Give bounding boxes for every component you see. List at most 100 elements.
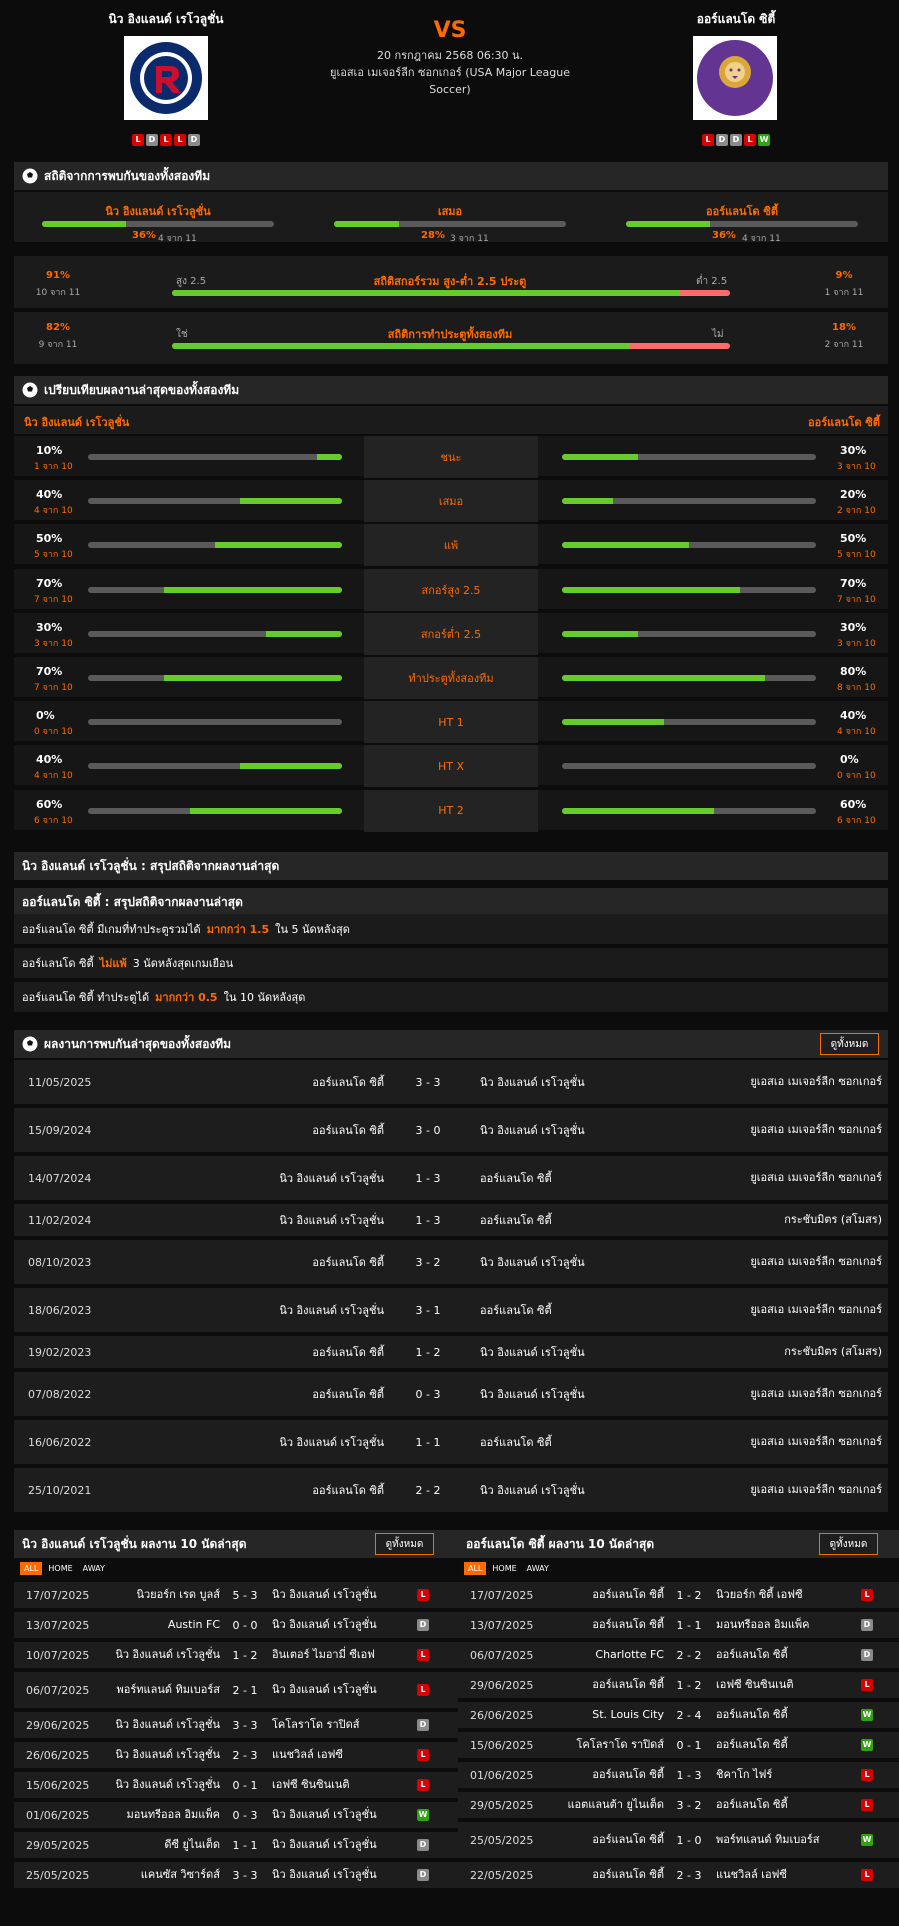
match-home-team[interactable]: นิว อิงแลนด์ เรโวลูชั่น — [164, 1204, 384, 1236]
match-away-team[interactable]: นิว อิงแลนด์ เรโวลูชั่น — [272, 1862, 402, 1888]
match-home-team[interactable]: ออร์แลนโด ซิตี้ — [164, 1372, 384, 1416]
away-team-name[interactable]: ออร์แลนโด ซิตี้ — [630, 10, 842, 29]
match-away-team[interactable]: นิว อิงแลนด์ เรโวลูชั่น — [480, 1060, 700, 1104]
home-last10-row[interactable]: 01/06/2025 มอนทรีออล อิมแพ็ค 0 - 3 นิว อิงแ… — [14, 1802, 458, 1830]
home-last10-row[interactable]: 17/07/2025 นิวยอร์ก เรด บูลส์ 5 - 3 นิว อิง… — [14, 1582, 458, 1610]
match-away-team[interactable]: ชิคาโก ไฟร์ — [716, 1762, 846, 1788]
tab-all[interactable]: ALL — [20, 1562, 43, 1575]
match-away-team[interactable]: พอร์ทแลนด์ ทิมเบอร์ส — [716, 1822, 846, 1858]
match-home-team[interactable]: ออร์แลนโด ซิตี้ — [550, 1862, 664, 1888]
home-team-name[interactable]: นิว อิงแลนด์ เรโวลูชั่น — [60, 10, 272, 29]
away-last10-row[interactable]: 17/07/2025 ออร์แลนโด ซิตี้ 1 - 2 นิวยอร์ก ซ… — [458, 1582, 899, 1610]
match-home-team[interactable]: นิว อิงแลนด์ เรโวลูชั่น — [106, 1742, 220, 1768]
match-away-team[interactable]: ออร์แลนโด ซิตี้ — [716, 1792, 846, 1818]
match-away-team[interactable]: ออร์แลนโด ซิตี้ — [480, 1420, 700, 1464]
match-home-team[interactable]: แคนซัส วิซาร์ดส์ — [106, 1862, 220, 1888]
home-last10-row[interactable]: 29/05/2025 ดีซี ยูไนเต็ด 1 - 1 นิว อิงแลนด์… — [14, 1832, 458, 1860]
match-home-team[interactable]: โคโลราโด ราปิดส์ — [550, 1732, 664, 1758]
tab-home[interactable]: HOME — [44, 1562, 76, 1575]
h2h-match-row[interactable]: 11/02/2024 นิว อิงแลนด์ เรโวลูชั่น 1 - 3 ออ… — [14, 1204, 888, 1238]
h2h-match-row[interactable]: 18/06/2023 นิว อิงแลนด์ เรโวลูชั่น 3 - 1 ออ… — [14, 1288, 888, 1334]
match-away-team[interactable]: ออร์แลนโด ซิตี้ — [716, 1702, 846, 1728]
h2h-match-row[interactable]: 16/06/2022 นิว อิงแลนด์ เรโวลูชั่น 1 - 1 ออ… — [14, 1420, 888, 1466]
match-away-team[interactable]: นิว อิงแลนด์ เรโวลูชั่น — [272, 1582, 402, 1608]
h2h-match-row[interactable]: 15/09/2024 ออร์แลนโด ซิตี้ 3 - 0 นิว อิงแลน… — [14, 1108, 888, 1154]
h2h-match-row[interactable]: 07/08/2022 ออร์แลนโด ซิตี้ 0 - 3 นิว อิงแลน… — [14, 1372, 888, 1418]
match-home-team[interactable]: นิว อิงแลนด์ เรโวลูชั่น — [106, 1712, 220, 1738]
match-home-team[interactable]: พอร์ทแลนด์ ทิมเบอร์ส — [106, 1672, 220, 1708]
away-last10-row[interactable]: 29/06/2025 ออร์แลนโด ซิตี้ 1 - 2 เอฟซี ซินซ… — [458, 1672, 899, 1700]
match-away-team[interactable]: ออร์แลนโด ซิตี้ — [716, 1732, 846, 1758]
away-last10-row[interactable]: 22/05/2025 ออร์แลนโด ซิตี้ 2 - 3 แนชวิลล์ เ… — [458, 1862, 899, 1890]
match-away-team[interactable]: นิว อิงแลนด์ เรโวลูชั่น — [480, 1372, 700, 1416]
home-last10-view-all-button[interactable]: ดูทั้งหมด — [375, 1533, 434, 1555]
match-home-team[interactable]: นิว อิงแลนด์ เรโวลูชั่น — [164, 1156, 384, 1200]
match-home-team[interactable]: แอตแลนต้า ยูไนเต็ด — [550, 1792, 664, 1818]
away-last10-row[interactable]: 06/07/2025 Charlotte FC 2 - 2 ออร์แลนโด ซิต… — [458, 1642, 899, 1670]
away-last10-row[interactable]: 01/06/2025 ออร์แลนโด ซิตี้ 1 - 3 ชิคาโก ไฟร… — [458, 1762, 899, 1790]
match-home-team[interactable]: นิว อิงแลนด์ เรโวลูชั่น — [106, 1642, 220, 1668]
match-away-team[interactable]: นิว อิงแลนด์ เรโวลูชั่น — [272, 1612, 402, 1638]
h2h-match-row[interactable]: 08/10/2023 ออร์แลนโด ซิตี้ 3 - 2 นิว อิงแลน… — [14, 1240, 888, 1286]
home-last10-row[interactable]: 15/06/2025 นิว อิงแลนด์ เรโวลูชั่น 0 - 1 เอ… — [14, 1772, 458, 1800]
tab-away[interactable]: AWAY — [79, 1562, 109, 1575]
match-home-team[interactable]: ออร์แลนโด ซิตี้ — [550, 1762, 664, 1788]
tab-home[interactable]: HOME — [488, 1562, 520, 1575]
away-last10-row[interactable]: 25/05/2025 ออร์แลนโด ซิตี้ 1 - 0 พอร์ทแลนด์… — [458, 1822, 899, 1860]
match-league[interactable]: ยูเอสเอ เมเจอร์ลีก ซอกเกอร์ (USA Major L… — [325, 64, 575, 98]
match-home-team[interactable]: ออร์แลนโด ซิตี้ — [550, 1612, 664, 1638]
tab-away[interactable]: AWAY — [523, 1562, 553, 1575]
match-home-team[interactable]: Charlotte FC — [550, 1642, 664, 1668]
home-team-logo[interactable] — [124, 36, 208, 120]
h2h-match-row[interactable]: 25/10/2021 ออร์แลนโด ซิตี้ 2 - 2 นิว อิงแลน… — [14, 1468, 888, 1514]
away-last10-row[interactable]: 15/06/2025 โคโลราโด ราปิดส์ 0 - 1 ออร์แลนโด… — [458, 1732, 899, 1760]
away-team-logo[interactable] — [693, 36, 777, 120]
match-away-team[interactable]: นิว อิงแลนด์ เรโวลูชั่น — [272, 1672, 402, 1708]
home-last10-row[interactable]: 25/05/2025 แคนซัส วิซาร์ดส์ 3 - 3 นิว อิงแล… — [14, 1862, 458, 1890]
away-last10-row[interactable]: 13/07/2025 ออร์แลนโด ซิตี้ 1 - 1 มอนทรีออล … — [458, 1612, 899, 1640]
match-home-team[interactable]: Austin FC — [106, 1612, 220, 1638]
match-away-team[interactable]: ออร์แลนโด ซิตี้ — [480, 1156, 700, 1200]
h2h-view-all-button[interactable]: ดูทั้งหมด — [820, 1033, 879, 1055]
match-away-team[interactable]: มอนทรีออล อิมแพ็ค — [716, 1612, 846, 1638]
match-home-team[interactable]: นิว อิงแลนด์ เรโวลูชั่น — [106, 1772, 220, 1798]
h2h-match-row[interactable]: 14/07/2024 นิว อิงแลนด์ เรโวลูชั่น 1 - 3 ออ… — [14, 1156, 888, 1202]
match-away-team[interactable]: อินเตอร์ ไมอามี่ ซีเอฟ — [272, 1642, 402, 1668]
match-home-team[interactable]: ออร์แลนโด ซิตี้ — [164, 1468, 384, 1512]
match-home-team[interactable]: ออร์แลนโด ซิตี้ — [164, 1336, 384, 1368]
match-home-team[interactable]: ดีซี ยูไนเต็ด — [106, 1832, 220, 1858]
match-away-team[interactable]: นิว อิงแลนด์ เรโวลูชั่น — [480, 1336, 700, 1368]
home-last10-row[interactable]: 13/07/2025 Austin FC 0 - 0 นิว อิงแลนด์ เรโ… — [14, 1612, 458, 1640]
h2h-match-row[interactable]: 19/02/2023 ออร์แลนโด ซิตี้ 1 - 2 นิว อิงแลน… — [14, 1336, 888, 1370]
away-last10-row[interactable]: 29/05/2025 แอตแลนต้า ยูไนเต็ด 3 - 2 ออร์แลน… — [458, 1792, 899, 1820]
match-home-team[interactable]: ออร์แลนโด ซิตี้ — [550, 1822, 664, 1858]
home-last10-row[interactable]: 26/06/2025 นิว อิงแลนด์ เรโวลูชั่น 2 - 3 แน… — [14, 1742, 458, 1770]
away-last10-view-all-button[interactable]: ดูทั้งหมด — [819, 1533, 878, 1555]
match-away-team[interactable]: ออร์แลนโด ซิตี้ — [480, 1288, 700, 1332]
match-away-team[interactable]: เอฟซี ซินซินเนติ — [272, 1772, 402, 1798]
match-away-team[interactable]: นิว อิงแลนด์ เรโวลูชั่น — [272, 1802, 402, 1828]
tab-all[interactable]: ALL — [464, 1562, 487, 1575]
home-last10-row[interactable]: 06/07/2025 พอร์ทแลนด์ ทิมเบอร์ส 2 - 1 นิว อ… — [14, 1672, 458, 1710]
away-last10-row[interactable]: 26/06/2025 St. Louis City 2 - 4 ออร์แลนโด ซ… — [458, 1702, 899, 1730]
match-home-team[interactable]: St. Louis City — [550, 1702, 664, 1728]
match-away-team[interactable]: แนชวิลล์ เอฟซี — [716, 1862, 846, 1888]
match-home-team[interactable]: ออร์แลนโด ซิตี้ — [164, 1108, 384, 1152]
match-home-team[interactable]: ออร์แลนโด ซิตี้ — [550, 1582, 664, 1608]
match-home-team[interactable]: ออร์แลนโด ซิตี้ — [164, 1240, 384, 1284]
match-home-team[interactable]: นิวยอร์ก เรด บูลส์ — [106, 1582, 220, 1608]
match-home-team[interactable]: ออร์แลนโด ซิตี้ — [164, 1060, 384, 1104]
h2h-match-row[interactable]: 11/05/2025 ออร์แลนโด ซิตี้ 3 - 3 นิว อิงแลน… — [14, 1060, 888, 1106]
match-home-team[interactable]: นิว อิงแลนด์ เรโวลูชั่น — [164, 1420, 384, 1464]
match-away-team[interactable]: โคโลราโด ราปิดส์ — [272, 1712, 402, 1738]
match-away-team[interactable]: นิว อิงแลนด์ เรโวลูชั่น — [480, 1468, 700, 1512]
match-away-team[interactable]: นิว อิงแลนด์ เรโวลูชั่น — [272, 1832, 402, 1858]
match-away-team[interactable]: แนชวิลล์ เอฟซี — [272, 1742, 402, 1768]
match-away-team[interactable]: ออร์แลนโด ซิตี้ — [716, 1642, 846, 1668]
match-home-team[interactable]: ออร์แลนโด ซิตี้ — [550, 1672, 664, 1698]
match-away-team[interactable]: นิว อิงแลนด์ เรโวลูชั่น — [480, 1108, 700, 1152]
match-away-team[interactable]: นิว อิงแลนด์ เรโวลูชั่น — [480, 1240, 700, 1284]
match-away-team[interactable]: นิวยอร์ก ซิตี้ เอฟซี — [716, 1582, 846, 1608]
home-last10-row[interactable]: 29/06/2025 นิว อิงแลนด์ เรโวลูชั่น 3 - 3 โค… — [14, 1712, 458, 1740]
match-home-team[interactable]: มอนทรีออล อิมแพ็ค — [106, 1802, 220, 1828]
